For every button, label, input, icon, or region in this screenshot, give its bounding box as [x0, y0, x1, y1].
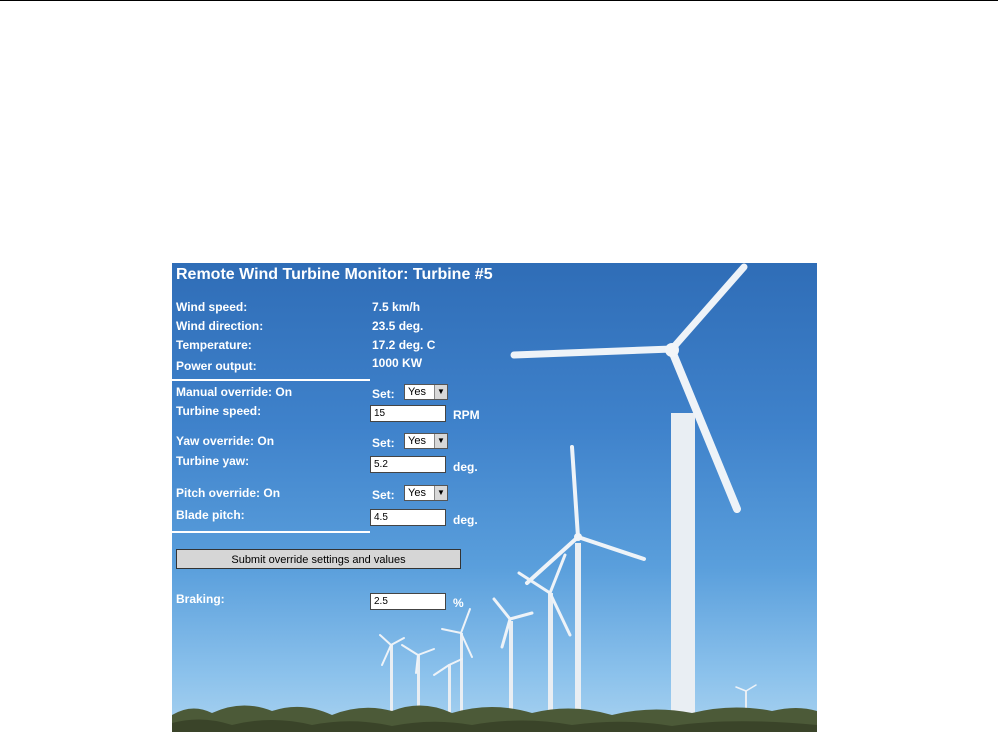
manual-override-select[interactable]: Yes ▼ — [404, 384, 448, 400]
yaw-override-set-label: Set: — [372, 436, 395, 450]
manual-override-status: Manual override: On — [176, 385, 293, 399]
blade-pitch-label: Blade pitch: — [176, 508, 245, 522]
manual-override-set-label: Set: — [372, 387, 395, 401]
blade-pitch-unit: deg. — [453, 513, 478, 527]
turbine-yaw-input[interactable] — [370, 456, 446, 473]
braking-input[interactable] — [370, 593, 446, 610]
yaw-override-status: Yaw override: On — [176, 434, 275, 448]
temperature-label: Temperature: — [176, 338, 252, 352]
wind-direction-value: 23.5 deg. — [372, 319, 424, 333]
braking-label: Braking: — [176, 592, 225, 606]
pitch-override-select-value: Yes — [408, 487, 426, 499]
turbine-speed-input[interactable] — [370, 405, 446, 422]
pitch-override-status: Pitch override: On — [176, 486, 281, 500]
page-title: Remote Wind Turbine Monitor: Turbine #5 — [176, 266, 493, 283]
turbine-yaw-label: Turbine yaw: — [176, 454, 250, 468]
section-divider-top — [172, 379, 370, 381]
chevron-down-icon[interactable]: ▼ — [434, 385, 447, 399]
power-output-label: Power output: — [176, 359, 257, 373]
yaw-override-select[interactable]: Yes ▼ — [404, 433, 448, 449]
chevron-down-icon[interactable]: ▼ — [434, 486, 447, 500]
manual-override-select-value: Yes — [408, 386, 426, 398]
pitch-override-select[interactable]: Yes ▼ — [404, 485, 448, 501]
chevron-down-icon[interactable]: ▼ — [434, 434, 447, 448]
turbine-speed-unit: RPM — [453, 408, 480, 422]
wind-speed-label: Wind speed: — [176, 300, 248, 314]
turbine-speed-label: Turbine speed: — [176, 404, 262, 418]
submit-overrides-button[interactable]: Submit override settings and values — [176, 549, 461, 569]
temperature-value: 17.2 deg. C — [372, 338, 436, 352]
yaw-override-select-value: Yes — [408, 435, 426, 447]
top-divider — [0, 0, 998, 1]
turbine-yaw-unit: deg. — [453, 460, 478, 474]
blade-pitch-input[interactable] — [370, 509, 446, 526]
braking-unit: % — [453, 596, 464, 610]
wind-direction-label: Wind direction: — [176, 319, 264, 333]
turbine-monitor-panel: Remote Wind Turbine Monitor: Turbine #5 … — [172, 263, 817, 732]
power-output-value: 1000 KW — [372, 356, 423, 370]
wind-speed-value: 7.5 km/h — [372, 300, 421, 314]
section-divider-bottom — [172, 531, 370, 533]
pitch-override-set-label: Set: — [372, 488, 395, 502]
